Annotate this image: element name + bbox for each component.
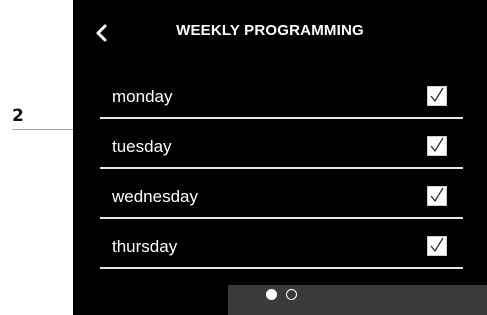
page-title: WEEKLY PROGRAMMING (176, 22, 364, 39)
checkmark-icon (430, 87, 444, 103)
day-checkbox[interactable] (427, 136, 447, 156)
day-checkbox[interactable] (427, 236, 447, 256)
callout-number: 2 (12, 106, 24, 126)
pager-dot-active[interactable] (266, 289, 277, 300)
day-label: tuesday (112, 137, 172, 156)
row-divider (100, 217, 463, 219)
back-button[interactable] (93, 22, 111, 44)
chevron-left-icon (96, 24, 107, 42)
pager-dot-inactive[interactable] (286, 289, 297, 300)
row-divider (100, 167, 463, 169)
day-row-thursday[interactable]: thursday (100, 229, 463, 269)
day-row-tuesday[interactable]: tuesday (100, 129, 463, 169)
day-row-monday[interactable]: monday (100, 79, 463, 119)
day-label: thursday (112, 237, 178, 256)
checkmark-icon (430, 137, 444, 153)
day-row-wednesday[interactable]: wednesday (100, 179, 463, 219)
row-divider (100, 117, 463, 119)
checkmark-icon (430, 237, 444, 253)
day-checkbox[interactable] (427, 86, 447, 106)
checkmark-icon (430, 187, 444, 203)
day-checkbox[interactable] (427, 186, 447, 206)
row-divider (100, 267, 463, 269)
day-label: monday (112, 87, 173, 106)
day-label: wednesday (112, 187, 199, 206)
